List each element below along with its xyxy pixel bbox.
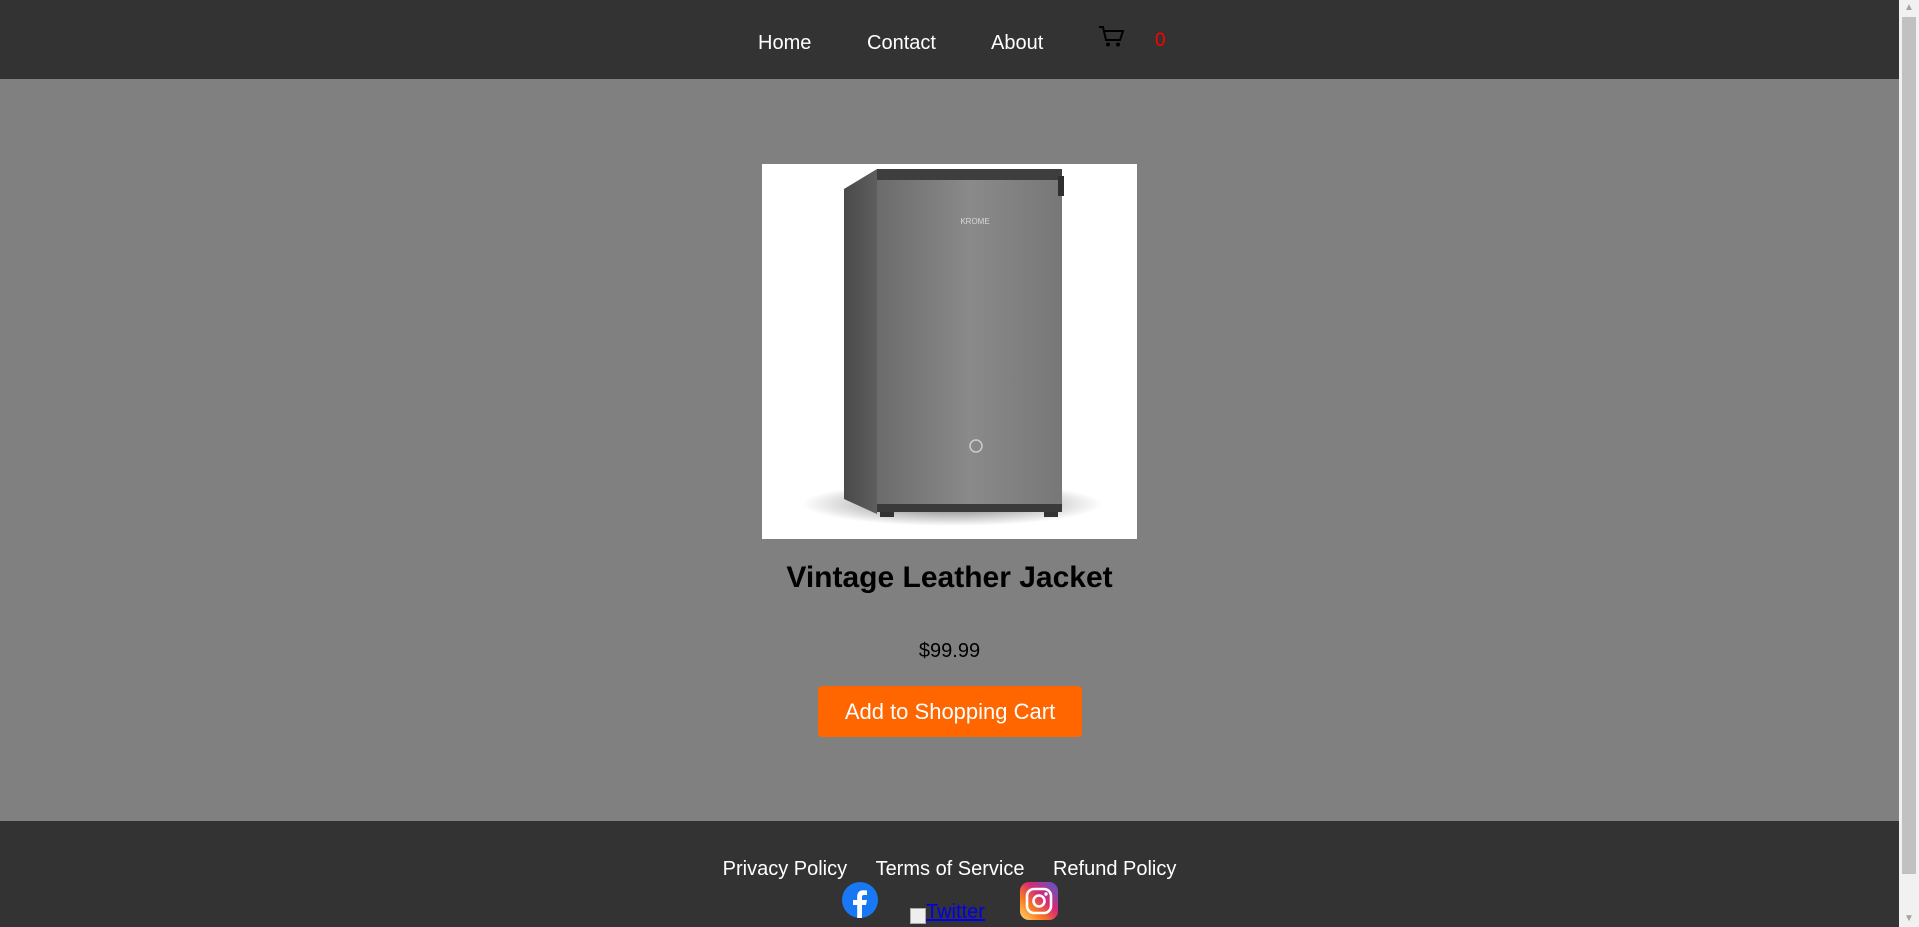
nav-link-about[interactable]: About <box>991 32 1043 55</box>
instagram-icon[interactable] <box>1020 882 1058 920</box>
shopping-cart-icon[interactable] <box>1098 25 1125 48</box>
twitter-link[interactable]: Twitter <box>910 901 985 924</box>
product-price: $99.99 <box>918 640 981 662</box>
footer-links: Privacy Policy Terms of Service Refund P… <box>0 858 1899 881</box>
top-navbar: Home Contact About 0 <box>0 0 1899 79</box>
product-image: KROME <box>762 164 1137 539</box>
scrollbar-thumb[interactable] <box>1902 17 1916 874</box>
footer-link-refund-policy[interactable]: Refund Policy <box>1053 858 1176 880</box>
twitter-alt-text: Twitter <box>926 901 985 923</box>
scroll-down-arrow-icon[interactable]: ▼ <box>1899 911 1919 927</box>
add-to-cart-button[interactable]: Add to Shopping Cart <box>818 686 1082 737</box>
twitter-icon <box>910 908 926 924</box>
product-title: Vintage Leather Jacket <box>786 561 1113 594</box>
footer-link-terms-of-service[interactable]: Terms of Service <box>876 858 1025 880</box>
refrigerator-image: KROME <box>802 169 1102 526</box>
cart-count-badge: 0 <box>1155 30 1166 51</box>
scroll-up-arrow-icon[interactable]: ▲ <box>1899 0 1919 16</box>
footer-link-privacy-policy[interactable]: Privacy Policy <box>723 858 847 880</box>
facebook-icon[interactable] <box>842 882 878 918</box>
svg-text:KROME: KROME <box>960 217 989 226</box>
nav-link-home[interactable]: Home <box>758 32 811 55</box>
product-section: KROME Vintage Leather Jacket $99.99 Add … <box>0 79 1899 821</box>
vertical-scrollbar[interactable]: ▲ ▼ <box>1899 0 1919 927</box>
site-footer: Privacy Policy Terms of Service Refund P… <box>0 821 1899 927</box>
nav-link-contact[interactable]: Contact <box>867 32 936 55</box>
